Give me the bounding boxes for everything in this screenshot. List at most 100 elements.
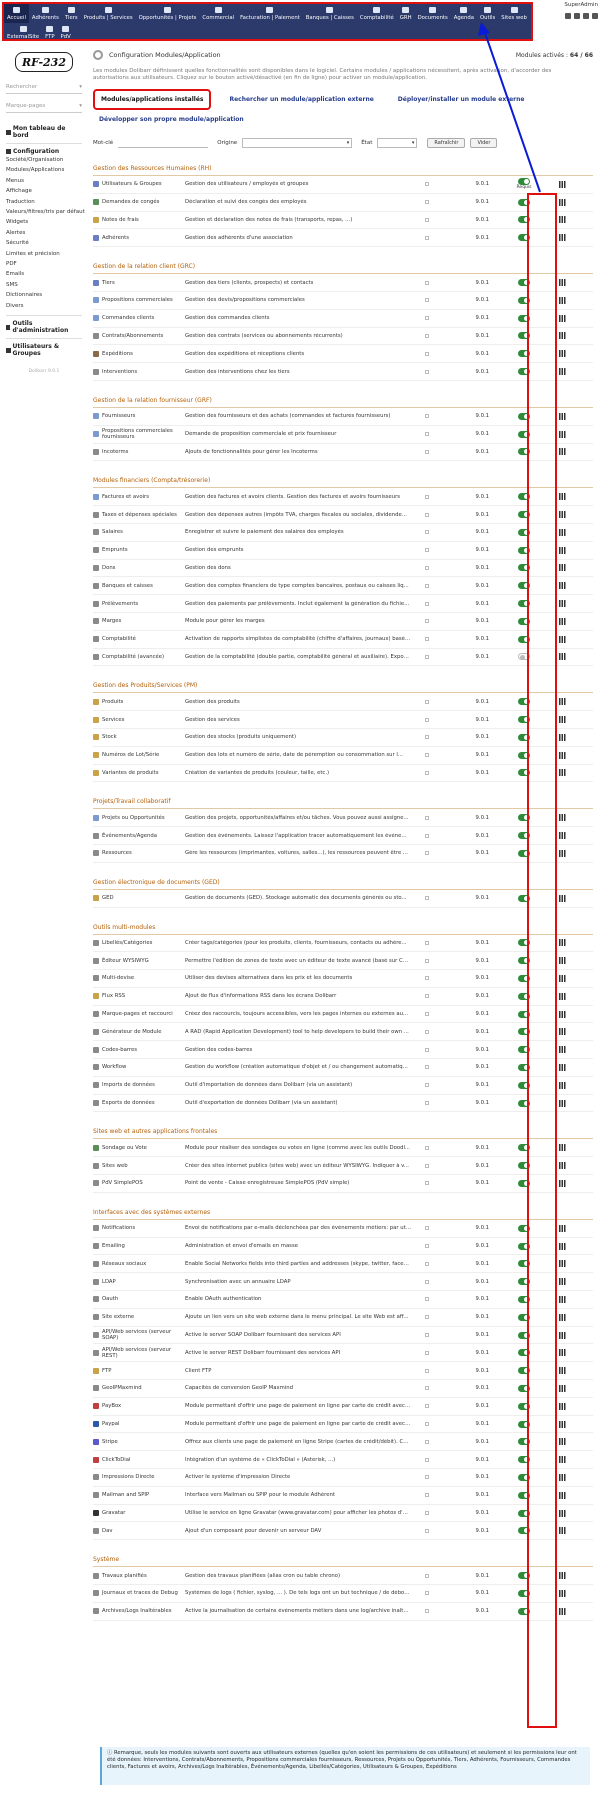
setup-icon[interactable]	[559, 1491, 566, 1499]
print-icon[interactable]	[565, 13, 571, 19]
module-toggle[interactable]	[518, 1278, 530, 1286]
top-menu-sites-web[interactable]: Sites web	[498, 4, 530, 23]
module-toggle[interactable]	[518, 1473, 530, 1481]
module-toggle[interactable]	[518, 1491, 530, 1499]
setup-icon[interactable]	[559, 1384, 566, 1392]
origin-select[interactable]: ▾	[242, 138, 353, 148]
setup-icon[interactable]	[559, 832, 566, 839]
setup-icon[interactable]	[559, 1278, 566, 1286]
sidebar-item-modules-applications[interactable]: Modules/Applications	[6, 165, 88, 175]
module-toggle[interactable]	[518, 1527, 530, 1535]
sidebar-item-divers[interactable]: Divers	[6, 301, 88, 311]
setup-icon[interactable]	[559, 1509, 566, 1517]
module-toggle[interactable]	[518, 234, 530, 242]
module-toggle[interactable]	[518, 1046, 530, 1054]
module-toggle[interactable]	[518, 1010, 530, 1018]
setup-icon[interactable]	[559, 1331, 566, 1339]
setup-icon[interactable]	[559, 1420, 566, 1428]
sidebar-item-dictionnaires[interactable]: Dictionnaires	[6, 290, 88, 300]
setup-icon[interactable]	[559, 234, 566, 242]
setup-icon[interactable]	[559, 296, 566, 304]
setup-icon[interactable]	[559, 216, 566, 224]
module-toggle[interactable]	[518, 368, 530, 376]
setup-icon[interactable]	[559, 493, 566, 501]
module-toggle[interactable]	[518, 1572, 530, 1580]
setup-icon[interactable]	[559, 1349, 566, 1357]
setup-icon[interactable]	[559, 653, 566, 661]
setup-icon[interactable]	[559, 1367, 566, 1375]
setup-icon[interactable]	[559, 1313, 566, 1321]
sidebar-item-limites-et-precision[interactable]: Limites et précision	[6, 249, 88, 259]
setup-icon[interactable]	[559, 1607, 566, 1615]
module-toggle[interactable]	[518, 198, 530, 206]
setup-icon[interactable]	[559, 1295, 566, 1303]
top-menu-pdv[interactable]: PdV	[58, 23, 74, 42]
help-icon[interactable]	[583, 13, 589, 19]
top-menu-commercial[interactable]: Commercial	[199, 4, 237, 23]
refresh-button[interactable]: Rafraîchir	[427, 138, 466, 148]
module-toggle[interactable]	[518, 617, 530, 625]
setup-icon[interactable]	[559, 1260, 566, 1268]
setup-icon[interactable]	[559, 1589, 566, 1597]
module-toggle[interactable]	[518, 1402, 530, 1410]
sidebar-item-societe-organisation[interactable]: Société/Organisation	[6, 155, 88, 165]
setup-icon[interactable]	[559, 1081, 566, 1089]
setup-icon[interactable]	[559, 849, 566, 857]
setup-icon[interactable]	[559, 1144, 566, 1152]
module-toggle[interactable]	[518, 430, 530, 438]
setup-icon[interactable]	[559, 1099, 566, 1107]
module-toggle[interactable]	[518, 178, 530, 186]
module-toggle[interactable]	[518, 1144, 530, 1152]
setup-icon[interactable]	[559, 716, 566, 724]
tab-develop[interactable]: Développer son propre module/application	[93, 112, 593, 127]
logout-icon[interactable]	[574, 13, 580, 19]
setup-icon[interactable]	[559, 564, 566, 572]
sidebar-item-sms[interactable]: SMS	[6, 280, 88, 290]
setup-icon[interactable]	[559, 957, 566, 965]
sidebar-item-menus[interactable]: Menus	[6, 176, 88, 186]
module-toggle[interactable]	[518, 546, 530, 554]
module-toggle[interactable]	[518, 1260, 530, 1268]
setup-icon[interactable]	[559, 1010, 566, 1018]
top-menu-grh[interactable]: GRH	[397, 4, 415, 23]
module-toggle[interactable]	[518, 511, 530, 519]
setup-icon[interactable]	[559, 198, 566, 206]
top-menu-produits-services[interactable]: Produits | Services	[81, 4, 136, 23]
top-menu-documents[interactable]: Documents	[415, 4, 451, 23]
company-logo[interactable]: RF-232	[15, 52, 73, 72]
module-toggle[interactable]	[518, 992, 530, 1000]
setup-icon[interactable]	[559, 1063, 566, 1071]
setup-icon[interactable]	[559, 974, 566, 982]
setup-icon[interactable]	[559, 1473, 566, 1481]
module-toggle[interactable]	[518, 1438, 530, 1446]
module-toggle[interactable]	[518, 296, 530, 304]
setup-icon[interactable]	[559, 448, 566, 456]
module-toggle[interactable]	[518, 716, 530, 724]
sidebar-item-traduction[interactable]: Traduction	[6, 197, 88, 207]
module-toggle[interactable]	[518, 332, 530, 340]
module-toggle[interactable]	[518, 314, 530, 322]
setup-icon[interactable]	[559, 1572, 566, 1580]
tab-deploy[interactable]: Déployer/installer un module externe	[392, 91, 531, 108]
clear-button[interactable]: Vider	[470, 138, 498, 148]
module-toggle[interactable]	[518, 1607, 530, 1615]
module-toggle[interactable]	[518, 1331, 530, 1339]
module-toggle[interactable]	[518, 600, 530, 608]
top-menu-accueil[interactable]: Accueil	[4, 4, 29, 23]
sidebar-item-valeurs-filtres-tris-par-defaut[interactable]: Valeurs/filtres/tris par défaut	[6, 207, 88, 217]
setup-icon[interactable]	[559, 751, 566, 759]
top-menu-ftp[interactable]: FTP	[42, 23, 57, 42]
module-toggle[interactable]	[518, 957, 530, 965]
sidebar-item-widgets[interactable]: Widgets	[6, 217, 88, 227]
module-toggle[interactable]	[518, 939, 530, 947]
setup-icon[interactable]	[559, 814, 566, 822]
setup-icon[interactable]	[559, 332, 566, 340]
setup-icon[interactable]	[559, 1028, 566, 1036]
module-toggle[interactable]	[518, 1242, 530, 1250]
setup-icon[interactable]	[559, 430, 566, 438]
module-toggle[interactable]	[518, 279, 530, 287]
module-toggle[interactable]	[518, 894, 530, 902]
sidebar-item-affichage[interactable]: Affichage	[6, 186, 88, 196]
module-toggle[interactable]	[518, 493, 530, 501]
setup-icon[interactable]	[559, 600, 566, 608]
